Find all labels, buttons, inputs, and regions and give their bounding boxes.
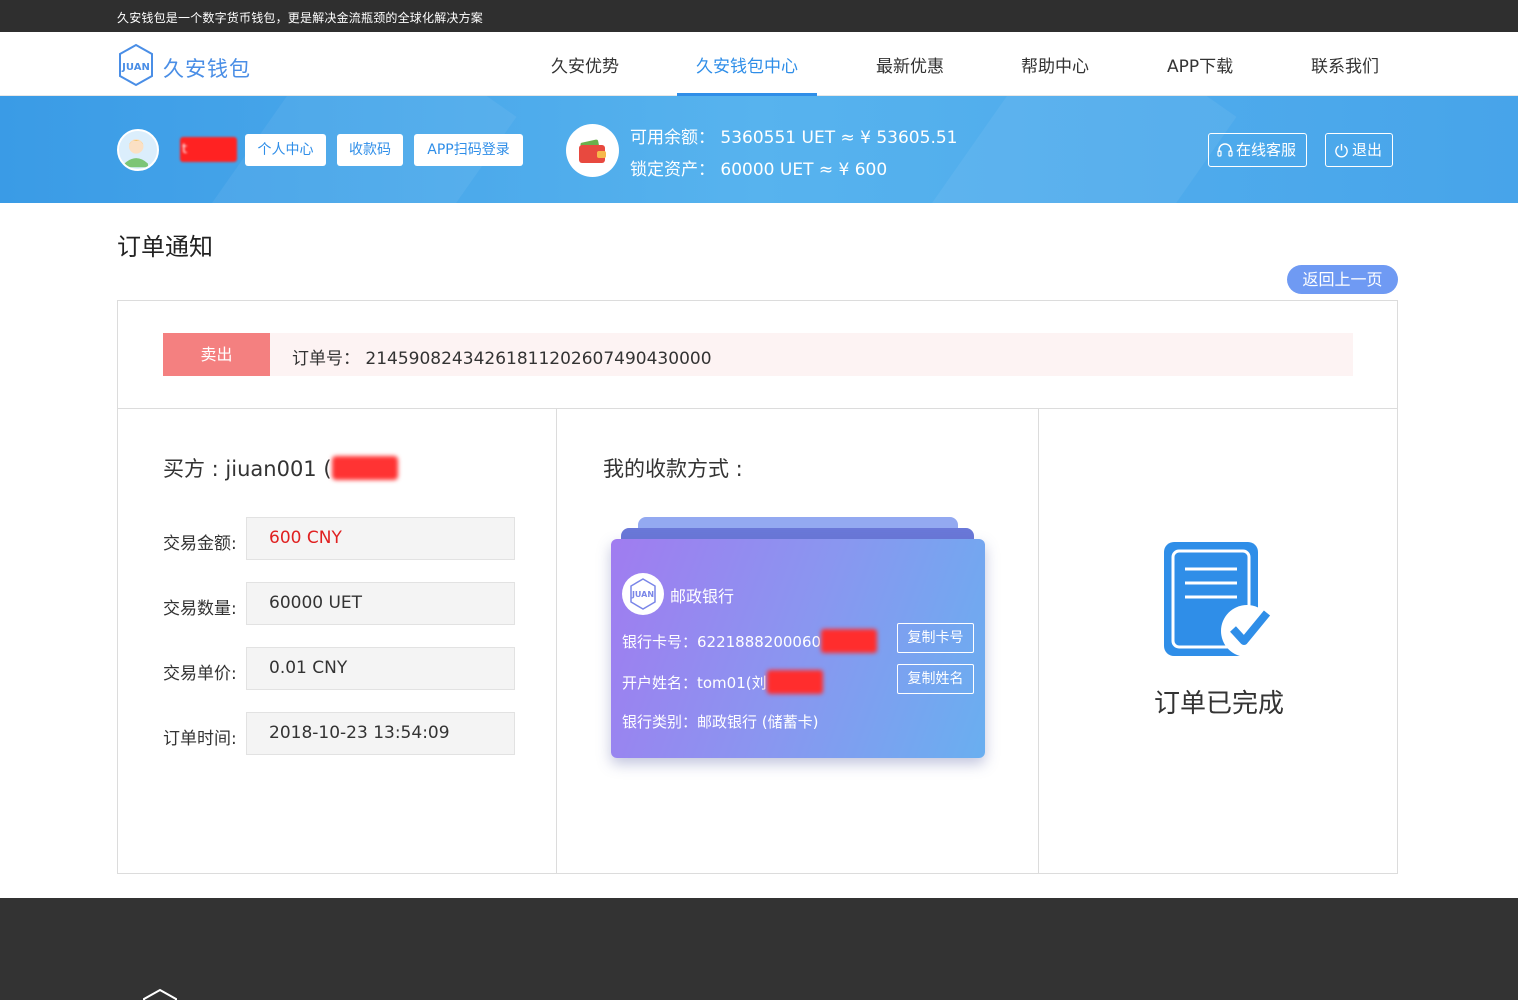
order-complete-icon	[1164, 542, 1273, 657]
online-service-label: 在线客服	[1236, 141, 1297, 159]
buyer-info: 买方 : jiuan001 (	[163, 453, 398, 483]
bank-card: JUAN 邮政银行 银行卡号：6221888200060 复制卡号 开户姓名：t…	[611, 539, 985, 758]
account-name-line: 开户姓名：tom01(刘	[622, 670, 823, 694]
footer	[0, 898, 1518, 1000]
nav-item-advantages[interactable]: 久安优势	[551, 52, 619, 96]
brand-name: 久安钱包	[163, 57, 251, 81]
order-type-badge: 卖出	[163, 333, 270, 376]
order-header: 卖出 订单号： 2145908243426181120260749043000​…	[163, 333, 1353, 376]
app-scan-login-button[interactable]: APP扫码登录	[414, 134, 523, 166]
nav-item-promotions[interactable]: 最新优惠	[876, 52, 944, 96]
payment-method-title: 我的收款方式 :	[603, 457, 743, 481]
amount-label: 交易金额:	[163, 534, 237, 554]
quantity-label: 交易数量:	[163, 599, 237, 619]
copy-account-name-button[interactable]: 复制姓名	[897, 664, 974, 694]
nav-item-app-download[interactable]: APP下载	[1167, 52, 1233, 96]
order-time-value: 2018-10-23 13:54:09	[246, 712, 515, 755]
wallet-icon	[566, 124, 619, 177]
bank-name: 邮政银行	[670, 587, 735, 606]
amount-value: 600 CNY	[246, 517, 515, 560]
order-number: 订单号： 2145908243426181120260749043000​0	[292, 349, 712, 369]
receive-code-button[interactable]: 收款码	[337, 134, 403, 166]
quantity-value: 60000 UET	[246, 582, 515, 625]
bank-logo-icon: JUAN	[622, 573, 664, 615]
nav-item-help[interactable]: 帮助中心	[1021, 52, 1089, 96]
page-title: 订单通知	[117, 233, 213, 261]
avatar[interactable]	[117, 129, 159, 171]
logout-label: 退出	[1352, 141, 1383, 159]
banner-decoration	[923, 96, 1237, 203]
username-redacted: t	[180, 137, 237, 162]
order-status: 订单已完成	[1154, 689, 1285, 719]
account-name-redacted	[766, 670, 823, 694]
divider	[1038, 408, 1039, 874]
nav-item-wallet-center[interactable]: 久安钱包中心	[677, 52, 817, 96]
buyer-label: 买方 : jiuan001 (	[163, 457, 332, 481]
main-nav: JUAN 久安钱包 久安优势 久安钱包中心 最新优惠 帮助中心 APP下载 联系…	[0, 32, 1518, 96]
svg-text:JUAN: JUAN	[631, 590, 654, 599]
divider	[118, 408, 1397, 409]
footer-logo-icon	[143, 988, 177, 1000]
account-banner: t 个人中心 收款码 APP扫码登录 可用余额： 5360551 UET ≈ ¥…	[0, 96, 1518, 203]
card-number-line: 银行卡号：6221888200060	[622, 629, 878, 653]
buyer-name-redacted	[331, 456, 398, 480]
site-logo[interactable]: JUAN 久安钱包	[117, 43, 257, 87]
site-tagline: 久安钱包是一个数字货币钱包，更是解决金流瓶颈的全球化解决方案	[117, 11, 484, 25]
divider	[556, 408, 557, 874]
back-button[interactable]: 返回上一页	[1287, 265, 1398, 294]
available-balance: 可用余额： 5360551 UET ≈ ¥ 53605.51	[630, 128, 958, 148]
unit-price-label: 交易单价:	[163, 664, 237, 684]
online-service-button[interactable]: 在线客服	[1208, 133, 1308, 167]
logout-button[interactable]: 退出	[1325, 133, 1394, 167]
svg-text:JUAN: JUAN	[121, 62, 150, 73]
copy-card-number-button[interactable]: 复制卡号	[897, 623, 974, 653]
power-icon	[1335, 143, 1348, 158]
card-number-redacted	[821, 629, 878, 653]
headset-icon	[1217, 143, 1233, 157]
bank-type: 银行类别：邮政银行 (储蓄卡)	[622, 713, 819, 731]
order-panel: 卖出 订单号： 2145908243426181120260749043000​…	[117, 300, 1398, 874]
user-avatar-icon	[119, 131, 154, 168]
juan-logo-icon: JUAN	[119, 43, 153, 87]
card-number: 银行卡号：6221888200060	[622, 633, 822, 651]
account-name: 开户姓名：tom01(刘	[622, 674, 767, 692]
unit-price-value: 0.01 CNY	[246, 647, 515, 690]
personal-center-button[interactable]: 个人中心	[245, 134, 326, 166]
top-info-bar: 久安钱包是一个数字货币钱包，更是解决金流瓶颈的全球化解决方案	[0, 0, 1518, 32]
nav-item-contact[interactable]: 联系我们	[1311, 52, 1379, 96]
locked-assets: 锁定资产： 60000 UET ≈ ¥ 600	[630, 160, 888, 180]
order-time-label: 订单时间:	[163, 729, 237, 749]
